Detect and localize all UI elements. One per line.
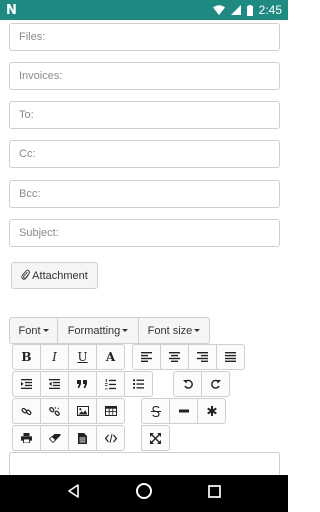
indent-icon — [21, 379, 32, 389]
caret-down-icon — [42, 329, 49, 332]
font-size-dropdown-label: Font size — [147, 324, 193, 337]
recents-icon[interactable] — [207, 484, 221, 503]
formatting-dropdown-label: Formatting — [67, 324, 121, 337]
outdent-button[interactable] — [40, 371, 69, 397]
to-field[interactable] — [9, 101, 280, 129]
asterisk-icon — [206, 406, 217, 416]
link-icon — [21, 406, 32, 417]
block-format-group — [12, 371, 153, 397]
cc-field[interactable] — [9, 140, 280, 168]
indent-button[interactable] — [12, 371, 41, 397]
eraser-icon — [48, 433, 61, 443]
invoices-field[interactable] — [9, 62, 280, 90]
caret-down-icon — [122, 329, 129, 332]
align-center-button[interactable] — [160, 344, 189, 370]
redo-button[interactable] — [201, 371, 230, 397]
view-group — [141, 425, 170, 451]
italic-button[interactable]: I — [40, 344, 69, 370]
notification-logo-icon: N — [6, 2, 17, 18]
print-icon — [21, 433, 32, 443]
paperclip-icon — [21, 269, 31, 283]
invoices-input[interactable] — [19, 70, 270, 82]
ordered-list-icon — [105, 378, 116, 390]
special-characters-button[interactable] — [197, 398, 226, 424]
code-icon — [104, 433, 117, 443]
to-input[interactable] — [19, 109, 270, 121]
bcc-field[interactable] — [9, 180, 280, 208]
bold-icon: B — [21, 350, 32, 364]
redo-icon — [210, 379, 221, 389]
subject-input[interactable] — [19, 227, 270, 239]
subject-field[interactable] — [9, 219, 280, 247]
font-color-icon: A — [105, 350, 116, 364]
remove-link-button[interactable] — [40, 398, 69, 424]
misc-format-group — [141, 398, 226, 424]
alignment-group — [132, 344, 245, 370]
fullscreen-button[interactable] — [141, 425, 170, 451]
files-input[interactable] — [19, 31, 270, 43]
battery-icon — [246, 4, 253, 16]
horizontal-rule-icon — [178, 409, 189, 413]
formatting-dropdown[interactable]: Formatting — [57, 317, 139, 344]
font-dropdown-label: Font — [18, 324, 41, 337]
source-code-button[interactable] — [96, 425, 125, 451]
undo-icon — [182, 379, 193, 389]
attachment-button[interactable]: Attachment — [11, 262, 98, 289]
quote-icon — [77, 380, 88, 388]
insert-link-button[interactable] — [12, 398, 41, 424]
undo-button[interactable] — [173, 371, 202, 397]
outdent-icon — [49, 379, 60, 389]
unlink-icon — [49, 406, 60, 417]
text-style-group: B I U A — [12, 344, 125, 370]
horizontal-rule-button[interactable] — [169, 398, 198, 424]
insert-image-button[interactable] — [68, 398, 97, 424]
insert-table-button[interactable] — [96, 398, 125, 424]
caret-down-icon — [194, 329, 201, 332]
bcc-input[interactable] — [19, 188, 270, 200]
wifi-icon — [212, 5, 225, 15]
align-left-button[interactable] — [132, 344, 161, 370]
bold-button[interactable]: B — [12, 344, 41, 370]
back-icon[interactable] — [67, 484, 81, 503]
align-center-icon — [169, 352, 180, 362]
align-justify-icon — [225, 352, 236, 362]
font-size-dropdown[interactable]: Font size — [138, 317, 210, 344]
table-icon — [104, 406, 117, 416]
clear-formatting-button[interactable] — [40, 425, 69, 451]
clock-time: 2:45 — [258, 3, 282, 17]
cc-input[interactable] — [19, 148, 270, 160]
files-field[interactable] — [9, 23, 280, 51]
unordered-list-icon — [133, 379, 144, 389]
strikethrough-icon — [150, 405, 161, 417]
strikethrough-button[interactable] — [141, 398, 170, 424]
ordered-list-button[interactable] — [96, 371, 125, 397]
align-justify-button[interactable] — [216, 344, 245, 370]
align-right-button[interactable] — [188, 344, 217, 370]
align-right-icon — [197, 352, 208, 362]
font-color-button[interactable]: A — [96, 344, 125, 370]
fullscreen-icon — [150, 432, 161, 444]
image-icon — [76, 406, 89, 416]
align-left-icon — [141, 352, 152, 362]
blockquote-button[interactable] — [68, 371, 97, 397]
print-button[interactable] — [12, 425, 41, 451]
signal-icon — [230, 5, 241, 15]
attachment-label: Attachment — [32, 269, 88, 282]
document-icon — [78, 432, 87, 444]
status-bar: N 2:45 — [0, 0, 288, 20]
font-dropdown-group: Font Formatting Font size — [9, 317, 210, 344]
underline-icon: U — [77, 350, 88, 364]
italic-icon: I — [52, 350, 57, 364]
tools-group — [12, 425, 125, 451]
history-group — [173, 371, 230, 397]
underline-button[interactable]: U — [68, 344, 97, 370]
unordered-list-button[interactable] — [124, 371, 153, 397]
insert-template-button[interactable] — [68, 425, 97, 451]
insert-group — [12, 398, 125, 424]
font-dropdown[interactable]: Font — [9, 317, 58, 344]
home-icon[interactable] — [135, 482, 153, 505]
navigation-bar — [0, 475, 288, 512]
